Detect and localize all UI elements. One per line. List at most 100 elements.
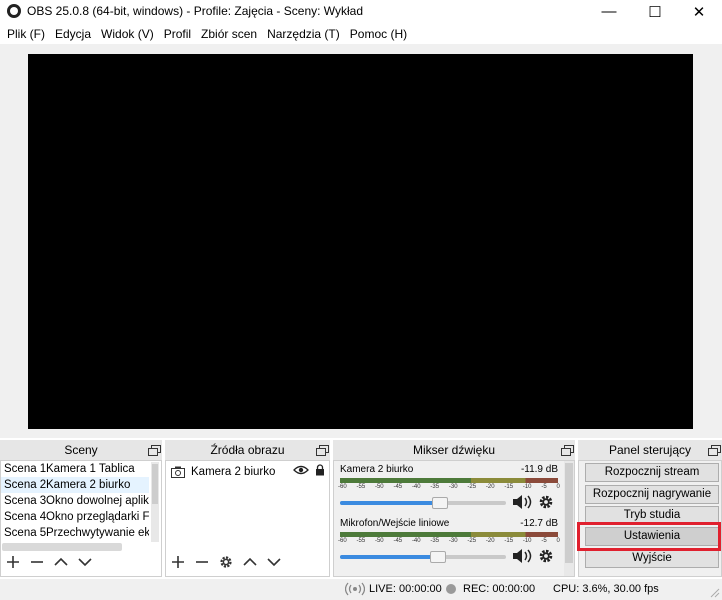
scene-item[interactable]: Scena 5Przechwytywanie ekranu [1, 525, 149, 541]
menu-file[interactable]: Plik (F) [2, 27, 50, 41]
broadcast-icon [345, 582, 365, 596]
tick-label: -60 [338, 484, 347, 490]
gear-icon[interactable] [538, 494, 554, 510]
menu-view[interactable]: Widok (V) [96, 27, 159, 41]
scenes-title: Sceny [64, 443, 98, 457]
volume-slider[interactable] [340, 551, 506, 563]
menu-tools[interactable]: Narzędzia (T) [262, 27, 345, 41]
mixer-scrollbar[interactable] [564, 461, 574, 576]
close-button[interactable]: ✕ [676, 0, 722, 23]
volume-meter [340, 532, 558, 537]
move-down-button[interactable] [262, 551, 286, 573]
undock-icon[interactable] [316, 445, 329, 456]
source-controls [293, 464, 325, 476]
resize-grip-icon[interactable] [710, 588, 720, 598]
mixer-channel: Kamera 2 biurko -11.9 dB -60 -55 -50 -45 -40… [338, 464, 560, 516]
audio-mixer-dock: Mikser dźwięku Kamera 2 biurko -11.9 dB … [333, 440, 575, 577]
tick-label: -15 [504, 538, 514, 544]
scrollbar-thumb[interactable] [152, 464, 158, 504]
remove-scene-button[interactable] [25, 551, 49, 573]
controls-body: Rozpocznij stream Rozpocznij nagrywanie … [578, 460, 722, 577]
tick-label: -20 [485, 538, 495, 544]
rec-indicator-icon [446, 584, 456, 594]
undock-icon[interactable] [148, 445, 161, 456]
speaker-icon[interactable] [512, 548, 532, 564]
scene-name: Okno dowolnej aplikacji [46, 495, 149, 507]
move-up-button[interactable] [49, 551, 73, 573]
tick-label: -25 [467, 484, 477, 490]
scene-item-selected[interactable]: Scena 2Kamera 2 biurko [1, 477, 149, 493]
mixer-body: Kamera 2 biurko -11.9 dB -60 -55 -50 -45 -40… [333, 460, 575, 577]
volume-meter [340, 478, 558, 483]
tick-label: 0 [556, 538, 560, 544]
lock-icon[interactable] [315, 464, 325, 476]
cpu-fps: CPU: 3.6%, 30.00 fps [553, 583, 659, 595]
slider-handle[interactable] [431, 497, 448, 509]
tick-label: -15 [504, 484, 514, 490]
tick-label: -50 [374, 484, 384, 490]
scenes-horizontal-scrollbar[interactable] [2, 543, 122, 551]
scene-item[interactable]: Scena 3Okno dowolnej aplikacji [1, 493, 149, 509]
scene-number: Scena 4 [4, 511, 47, 523]
sources-list: Kamera 2 biurko [165, 460, 330, 577]
start-recording-button[interactable]: Rozpocznij nagrywanie [585, 485, 719, 504]
tick-label: 0 [556, 484, 560, 490]
sources-toolbar [166, 551, 286, 573]
tick-label: -10 [522, 484, 532, 490]
gear-icon[interactable] [538, 548, 554, 564]
start-stream-button[interactable]: Rozpocznij stream [585, 463, 719, 482]
tick-label: -35 [430, 484, 440, 490]
rec-time: REC: 00:00:00 [463, 583, 536, 595]
menu-profile[interactable]: Profil [159, 27, 196, 41]
channel-db: -12.7 dB [520, 518, 558, 529]
source-settings-button[interactable] [214, 551, 238, 573]
sources-title: Źródła obrazu [210, 443, 285, 457]
undock-icon[interactable] [561, 445, 574, 456]
remove-source-button[interactable] [190, 551, 214, 573]
menu-help[interactable]: Pomoc (H) [345, 27, 412, 41]
mixer-title: Mikser dźwięku [412, 443, 496, 457]
undock-icon[interactable] [708, 445, 721, 456]
scene-item[interactable]: Scena 1Kamera 1 Tablica [1, 461, 149, 477]
channel-name: Kamera 2 biurko [340, 464, 414, 475]
scene-name: Okno przeglądarki Firefox [46, 511, 149, 523]
preview-canvas[interactable] [28, 54, 693, 429]
scene-number: Scena 5 [4, 527, 47, 539]
scene-number: Scena 3 [4, 495, 47, 507]
tick-label: -25 [467, 538, 477, 544]
scrollbar-thumb[interactable] [565, 463, 573, 563]
obs-logo-icon [7, 4, 21, 18]
eye-icon[interactable] [293, 465, 309, 475]
meter-ticks: -60 -55 -50 -45 -40 -35 -30 -25 -20 -15 -10 -5 0 [338, 538, 560, 547]
scene-item[interactable]: Scena 4Okno przeglądarki Firefox [1, 509, 149, 525]
scenes-dock: Sceny Scena 1Kamera 1 Tablica Scena 2Kam… [0, 440, 162, 577]
minimize-button[interactable]: — [586, 0, 632, 23]
tick-label: -40 [411, 538, 421, 544]
channel-db: -11.9 dB [520, 464, 558, 475]
speaker-icon[interactable] [512, 494, 532, 510]
add-scene-button[interactable] [1, 551, 25, 573]
tick-label: -55 [356, 538, 366, 544]
menu-edit[interactable]: Edycja [50, 27, 96, 41]
slider-handle[interactable] [429, 551, 446, 563]
scene-name: Kamera 2 biurko [46, 479, 131, 491]
sources-dock: Źródła obrazu Kamera 2 biurko [165, 440, 330, 577]
exit-button[interactable]: Wyjście [585, 549, 719, 568]
menu-scene-collection[interactable]: Zbiór scen [196, 27, 262, 41]
volume-slider[interactable] [340, 497, 506, 509]
source-name: Kamera 2 biurko [191, 466, 276, 478]
tick-label: -40 [411, 484, 421, 490]
scenes-vertical-scrollbar[interactable] [151, 462, 159, 542]
add-source-button[interactable] [166, 551, 190, 573]
maximize-button[interactable]: ☐ [632, 0, 678, 23]
scene-number: Scena 2 [4, 479, 47, 491]
move-down-button[interactable] [73, 551, 97, 573]
tick-label: -30 [448, 484, 458, 490]
meter-ticks: -60 -55 -50 -45 -40 -35 -30 -25 -20 -15 -10 -5 0 [338, 484, 560, 493]
tick-label: -55 [356, 484, 366, 490]
mixer-channel: Mikrofon/Wejście liniowe -12.7 dB -60 -55… [338, 518, 560, 570]
move-up-button[interactable] [238, 551, 262, 573]
title-bar: OBS 25.0.8 (64-bit, windows) - Profile: … [0, 0, 722, 23]
highlight-box [577, 522, 721, 551]
tick-label: -45 [393, 484, 403, 490]
